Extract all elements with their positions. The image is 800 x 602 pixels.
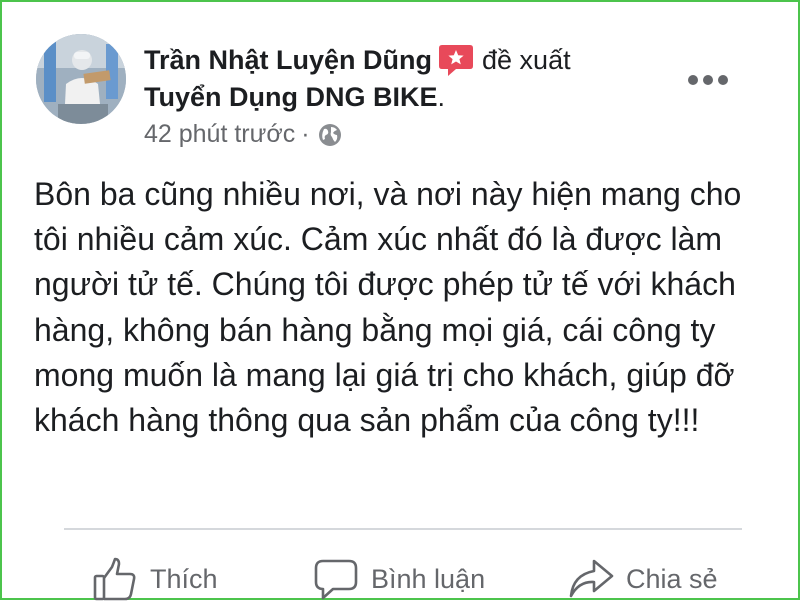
page-name-link[interactable]: Tuyển Dụng DNG BIKE <box>144 82 438 112</box>
thumbs-up-icon <box>93 557 136 601</box>
comment-button[interactable]: Bình luận <box>313 556 485 602</box>
page-name-suffix: . <box>437 82 446 112</box>
author-name[interactable]: Trần Nhật Luyện Dũng <box>144 45 432 76</box>
avatar-photo <box>36 34 126 124</box>
more-options-icon[interactable] <box>688 72 728 88</box>
avatar[interactable] <box>36 34 126 124</box>
globe-icon <box>318 123 341 146</box>
divider <box>64 528 742 530</box>
header-line: Trần Nhật Luyện Dũng đề xuất <box>144 42 704 78</box>
post-meta: 42 phút trước · <box>144 120 342 149</box>
meta-separator: · <box>301 120 310 148</box>
recommend-action-text: đề xuất <box>482 44 571 75</box>
more-dot <box>703 75 713 85</box>
recommend-star-icon <box>439 45 474 76</box>
comment-label: Bình luận <box>371 563 486 594</box>
post-body-text: Bôn ba cũng nhiều nơi, và nơi này hiện m… <box>34 176 742 439</box>
more-dot <box>718 75 728 85</box>
comment-bubble-icon <box>314 559 358 600</box>
page-name-line: Tuyển Dụng DNG BIKE. <box>144 78 704 116</box>
like-label: Thích <box>150 563 218 594</box>
post-timestamp[interactable]: 42 phút trước <box>144 120 295 149</box>
share-label: Chia sẻ <box>626 563 718 594</box>
post-card: Trần Nhật Luyện Dũng đề xuất Tuyển Dụng … <box>0 0 800 602</box>
more-dot <box>688 75 698 85</box>
like-button[interactable]: Thích <box>92 556 218 602</box>
share-arrow-icon <box>569 559 614 598</box>
post-header: Trần Nhật Luyện Dũng đề xuất Tuyển Dụng … <box>144 42 704 116</box>
share-button[interactable]: Chia sẻ <box>568 556 718 602</box>
